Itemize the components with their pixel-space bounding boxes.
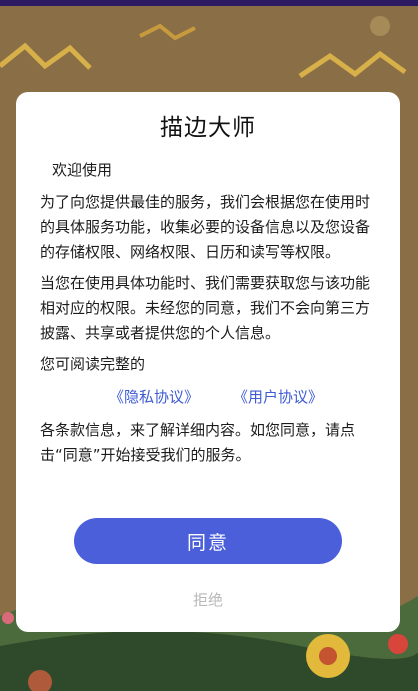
permission-paragraph: 当您在使用具体功能时、我们需要获取您与该功能相对应的权限。未经您的同意，我们不会… — [40, 274, 371, 342]
user-agreement-link[interactable]: 《用户协议》 — [233, 385, 323, 410]
welcome-text: 欢迎使用 — [52, 161, 113, 179]
dialog-content: 欢迎使用 为了向您提供最佳的服务，我们会根据您在使用时的具体服务功能，收集必要的… — [40, 158, 380, 474]
read-prompt: 您可阅读完整的 — [40, 355, 146, 373]
reject-button[interactable]: 拒绝 — [158, 586, 258, 614]
dialog-title: 描边大师 — [160, 115, 256, 141]
privacy-policy-link[interactable]: 《隐私协议》 — [109, 385, 199, 410]
agreement-links: 《隐私协议》 《用户协议》 — [40, 385, 380, 410]
intro-paragraph: 为了向您提供最佳的服务，我们会根据您在使用时的具体服务功能，收集必要的设备信息以… — [40, 193, 371, 261]
agree-button[interactable]: 同意 — [74, 518, 342, 564]
consent-paragraph: 各条款信息，来了解详细内容。如您同意，请点击“同意”开始接受我们的服务。 — [40, 421, 356, 464]
privacy-dialog: 描边大师 欢迎使用 为了向您提供最佳的服务，我们会根据您在使用时的具体服务功能，… — [16, 92, 400, 632]
